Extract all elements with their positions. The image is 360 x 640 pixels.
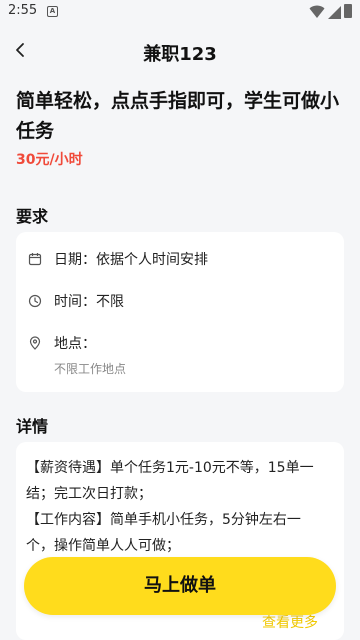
location-text: 地点：: [54, 336, 96, 352]
details-title: 详情: [16, 417, 49, 436]
battery-icon: [344, 4, 352, 18]
signal-icon: [328, 6, 341, 19]
view-more-link[interactable]: 查看更多: [262, 612, 318, 632]
job-title: 简单轻松，点点手指即可，学生可做小任务: [16, 90, 340, 142]
location-pin-icon: [29, 336, 41, 350]
status-bar: 2:55 A: [0, 0, 360, 24]
status-time: 2:55: [8, 3, 38, 18]
location-detail: 不限工作地点: [54, 362, 127, 376]
location-row: 地点：: [28, 333, 96, 353]
take-order-button[interactable]: 马上做单: [24, 557, 336, 615]
date-row: 日期：依据个人时间安排: [28, 249, 208, 269]
detail-line-work: 【工作内容】简单手机小任务，5分钟左右一个，操作简单人人可做；: [26, 512, 301, 554]
wifi-icon: [309, 5, 325, 18]
notification-icon: A: [47, 6, 58, 17]
clock-icon: [28, 294, 42, 308]
page-title: 兼职123: [143, 44, 217, 65]
date-text: 日期：依据个人时间安排: [54, 252, 208, 268]
requirements-card: 日期：依据个人时间安排 时间：不限 地点： 不限工作地点: [16, 232, 344, 392]
time-text: 时间：不限: [54, 294, 124, 310]
time-row: 时间：不限: [28, 291, 124, 311]
header: 兼职123: [0, 24, 360, 80]
requirements-title: 要求: [16, 207, 49, 226]
salary: 30元/小时: [16, 152, 83, 168]
detail-line-salary: 【薪资待遇】单个任务1元-10元不等，15单一结；完工次日打款；: [26, 460, 314, 502]
calendar-icon: [28, 253, 42, 266]
